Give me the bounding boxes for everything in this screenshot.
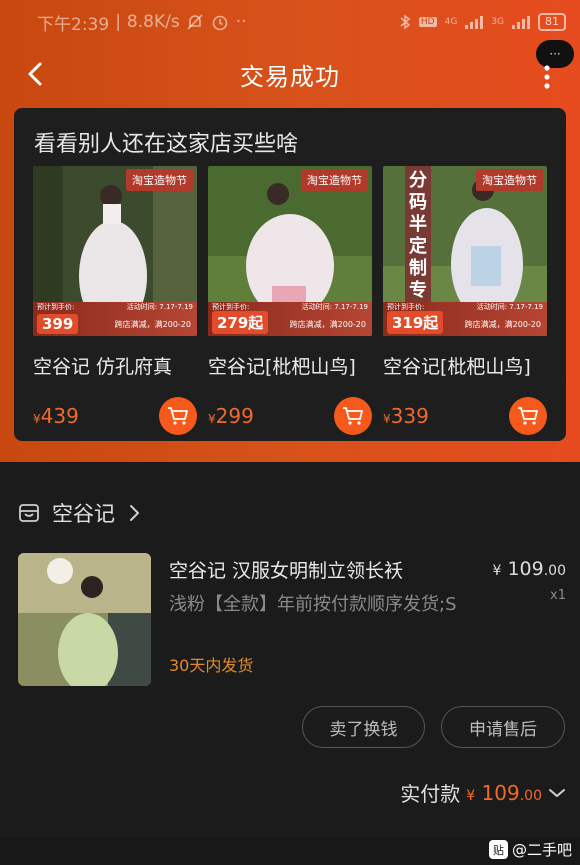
promo-badge: 淘宝造物节: [126, 169, 193, 191]
price-tag: 279起: [212, 311, 269, 334]
estimate-label: 预计到手价:: [37, 303, 75, 311]
promo-text: 跨店满减，满200-20: [114, 320, 191, 329]
vertical-banner: 分码半定制专用: [405, 166, 431, 323]
watermark-text: @二手吧: [511, 841, 572, 859]
paid-label: 实付款: [400, 782, 461, 806]
activity-time: 活动时间: 7.17-7.19: [476, 303, 543, 311]
more-vertical-icon[interactable]: [540, 62, 554, 92]
promo-text: 跨店满减，满200-20: [289, 320, 366, 329]
order-item-price: ¥ 109.00: [492, 558, 567, 580]
order-product-photo: [18, 553, 151, 686]
order-product-image[interactable]: [18, 553, 151, 686]
sell-button[interactable]: 卖了换钱: [302, 706, 425, 748]
paid-total[interactable]: 实付款 ¥ 109.00: [400, 778, 566, 807]
network-4g-label: 4G: [444, 17, 458, 27]
bluetooth-icon: [400, 14, 411, 30]
status-speed: 8.8K/s: [126, 12, 180, 32]
page-title: 交易成功: [240, 62, 340, 91]
recommend-product[interactable]: 淘宝造物节 预计到手价: 活动时间: 7.17-7.19 399 跨店满减，满2…: [33, 166, 197, 435]
price-tag: 319起: [387, 311, 444, 334]
order-product-spec: 浅粉【全款】年前按付款顺序发货;S: [169, 594, 457, 615]
store-icon: [19, 504, 39, 522]
nav-bar: 交易成功 ···: [0, 40, 580, 104]
product-image[interactable]: 淘宝造物节 预计到手价: 活动时间: 7.17-7.19 279起 跨店满减，满…: [208, 166, 372, 336]
activity-time: 活动时间: 7.17-7.19: [301, 303, 368, 311]
cart-icon: [168, 407, 188, 425]
product-image[interactable]: 分码半定制专用 淘宝造物节 预计到手价: 活动时间: 7.17-7.19 319…: [383, 166, 547, 336]
promo-text: 跨店满减，满200-20: [464, 320, 541, 329]
status-time: 下午2:39: [37, 14, 110, 35]
promo-badge: 淘宝造物节: [476, 169, 543, 191]
product-price: ¥339: [383, 404, 429, 428]
add-to-cart-button[interactable]: [334, 397, 372, 435]
after-sale-button[interactable]: 申请售后: [441, 706, 565, 748]
status-divider: |: [115, 12, 121, 32]
recommend-product[interactable]: 淘宝造物节 预计到手价: 活动时间: 7.17-7.19 279起 跨店满减，满…: [208, 166, 372, 435]
chevron-down-icon[interactable]: [548, 787, 566, 799]
status-bar: 下午2:39 | 8.8K/s ·· HD 4G 3G 81: [0, 0, 580, 44]
product-price: ¥439: [33, 404, 79, 428]
product-name[interactable]: 空谷记[枇杷山鸟]: [383, 352, 547, 379]
shop-header[interactable]: 空谷记: [18, 496, 141, 530]
alarm-icon: [212, 15, 228, 31]
product-name[interactable]: 空谷记[枇杷山鸟]: [208, 352, 372, 379]
watermark-logo: 贴: [488, 840, 508, 859]
activity-time: 活动时间: 7.17-7.19: [126, 303, 193, 311]
mute-bell-icon: [187, 14, 203, 30]
paid-amount: ¥ 109.00: [466, 780, 542, 805]
recommendation-title: 看看别人还在这家店买些啥: [34, 132, 299, 157]
product-image[interactable]: 淘宝造物节 预计到手价: 活动时间: 7.17-7.19 399 跨店满减，满2…: [33, 166, 197, 336]
promo-badge: 淘宝造物节: [301, 169, 368, 191]
recommend-product[interactable]: 分码半定制专用 淘宝造物节 预计到手价: 活动时间: 7.17-7.19 319…: [383, 166, 547, 435]
add-to-cart-button[interactable]: [509, 397, 547, 435]
shipping-time: 30天内发货: [169, 656, 254, 675]
watermark: 贴 @二手吧: [488, 839, 572, 860]
product-name[interactable]: 空谷记 仿孔府真: [33, 352, 197, 379]
battery-indicator: 81: [538, 13, 566, 31]
network-3g-label: 3G: [491, 17, 504, 27]
chevron-left-icon[interactable]: [22, 56, 52, 92]
recommendation-card: 看看别人还在这家店买些啥 淘宝造物节 预计到手价: 活动时间: 7.17-7.1…: [14, 108, 566, 441]
signal-strength-1-icon: [465, 15, 484, 29]
signal-strength-2-icon: [512, 15, 530, 29]
add-to-cart-button[interactable]: [159, 397, 197, 435]
cart-icon: [343, 407, 363, 425]
status-more-dots: ··: [235, 12, 247, 32]
order-product-title[interactable]: 空谷记 汉服女明制立领长袄: [169, 556, 403, 583]
product-price: ¥299: [208, 404, 254, 428]
order-quantity: x1: [550, 588, 566, 603]
cart-icon: [518, 407, 538, 425]
network-hd: HD: [418, 17, 437, 27]
chevron-right-icon[interactable]: [127, 503, 141, 523]
price-tag: 399: [37, 314, 79, 334]
shop-name[interactable]: 空谷记: [52, 498, 115, 528]
